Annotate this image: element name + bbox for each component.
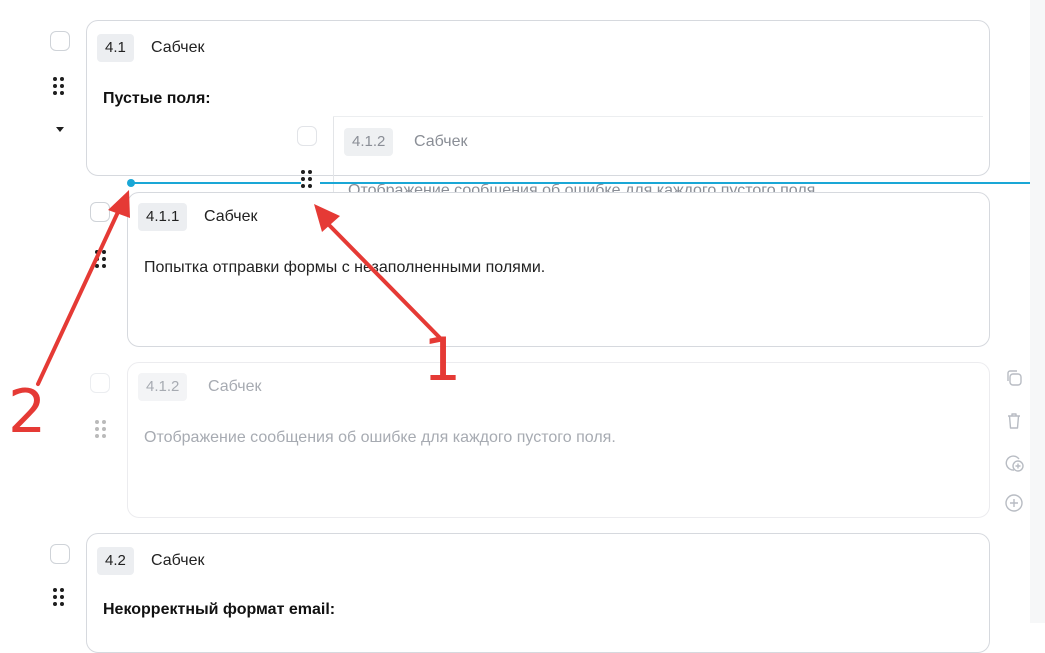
annotation-label-1: 1 <box>423 325 462 395</box>
annotation-label-2: 2 <box>8 377 47 447</box>
arrow-icon <box>36 190 444 386</box>
